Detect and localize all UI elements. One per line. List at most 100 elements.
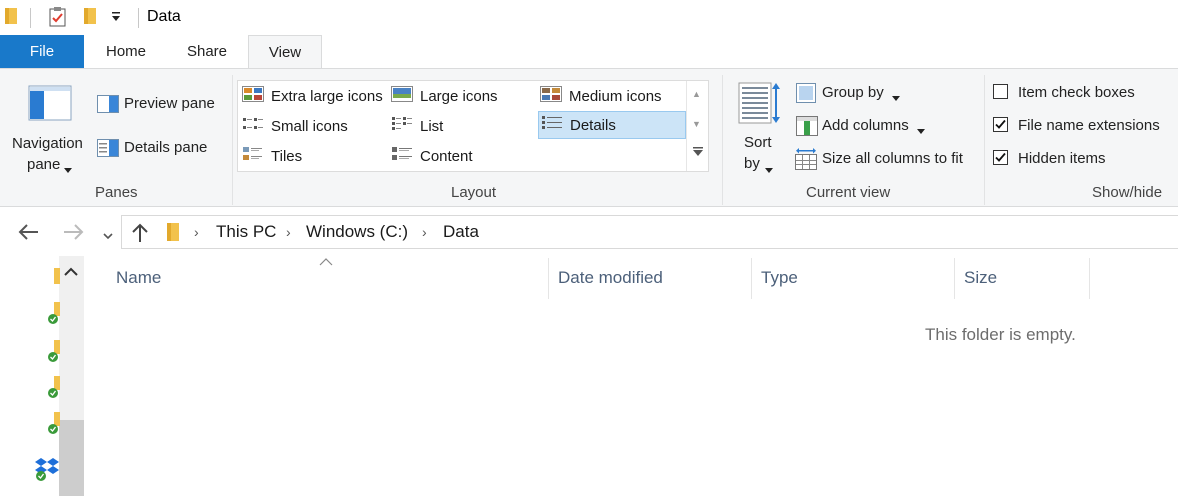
empty-folder-message: This folder is empty. — [925, 325, 1076, 344]
forward-icon[interactable] — [62, 223, 84, 245]
navigation-pane-label: Navigation — [12, 135, 83, 152]
layout-tiles-label: Tiles — [271, 147, 303, 165]
group-divider — [984, 75, 985, 205]
small-icons-icon — [242, 116, 264, 136]
column-header-type[interactable]: Type — [761, 268, 798, 288]
column-divider[interactable] — [548, 258, 549, 299]
tab-file[interactable]: File — [0, 35, 84, 68]
item-check-boxes-checkbox[interactable] — [993, 84, 1008, 99]
column-header-date-modified[interactable]: Date modified — [558, 268, 663, 288]
folder-icon[interactable] — [50, 266, 60, 290]
breadcrumb-separator[interactable]: › — [286, 224, 291, 240]
sort-by-label-2: by — [744, 155, 760, 172]
layout-large-icons[interactable]: Large icons — [391, 82, 498, 110]
item-check-boxes-label: Item check boxes — [1018, 84, 1135, 101]
breadcrumb-data[interactable]: Data — [443, 222, 479, 242]
tiles-icon — [242, 146, 264, 166]
synced-folder-icon[interactable] — [46, 302, 60, 330]
preview-pane-icon — [97, 95, 119, 117]
scroll-up-icon[interactable]: ▲ — [692, 89, 701, 99]
back-icon[interactable] — [18, 223, 40, 245]
chevron-down-icon — [892, 89, 900, 106]
file-name-extensions-checkbox[interactable] — [993, 117, 1008, 132]
navigation-pane-icon — [28, 85, 72, 125]
more-options-icon[interactable] — [692, 145, 704, 162]
layout-scrollbar[interactable]: ▲ ▼ — [686, 81, 708, 171]
customize-toolbar-icon[interactable] — [110, 10, 122, 28]
ribbon-tabs: File Home Share View — [0, 35, 1178, 69]
column-divider[interactable] — [1089, 258, 1090, 299]
properties-icon[interactable] — [48, 6, 68, 32]
size-columns-icon — [795, 148, 817, 174]
synced-folder-icon[interactable] — [46, 412, 60, 440]
tab-view[interactable]: View — [248, 35, 322, 69]
group-by-label: Group by — [822, 84, 884, 101]
group-divider — [232, 75, 233, 205]
layout-medium-icons[interactable]: Medium icons — [540, 82, 662, 110]
breadcrumb-windows-c[interactable]: Windows (C:) — [306, 222, 408, 242]
layout-group-label: Layout — [451, 184, 497, 201]
layout-tiles[interactable]: Tiles — [242, 142, 302, 170]
sort-icon — [738, 81, 782, 129]
breadcrumb-separator[interactable]: › — [194, 224, 199, 240]
add-columns-label: Add columns — [822, 117, 909, 134]
column-header-size[interactable]: Size — [964, 268, 997, 288]
sort-by-label: Sort — [744, 134, 772, 151]
synced-folder-icon[interactable] — [46, 376, 60, 404]
navigation-pane — [0, 256, 84, 496]
layout-extra-large-icons[interactable]: Extra large icons — [242, 82, 383, 110]
tab-home[interactable]: Home — [95, 35, 157, 68]
layout-content-label: Content — [420, 147, 473, 165]
breadcrumb-separator[interactable]: › — [422, 224, 427, 240]
show-hide-group-label: Show/hide — [1092, 184, 1163, 201]
scroll-down-icon[interactable]: ▼ — [692, 119, 701, 129]
new-folder-icon[interactable] — [82, 6, 98, 30]
divider — [138, 8, 139, 28]
sort-indicator-icon — [319, 255, 333, 269]
column-divider[interactable] — [751, 258, 752, 299]
layout-extra-large-icons-label: Extra large icons — [271, 87, 383, 105]
size-all-columns-label: Size all columns to fit — [822, 150, 963, 167]
up-icon[interactable] — [130, 223, 150, 247]
layout-content[interactable]: Content — [391, 142, 473, 170]
hidden-items-label: Hidden items — [1018, 150, 1106, 167]
group-divider — [722, 75, 723, 205]
checkmark-icon — [995, 152, 1006, 162]
navigation-pane-label-2: pane — [27, 156, 61, 173]
layout-small-icons[interactable]: Small icons — [242, 112, 348, 140]
layout-list[interactable]: List — [391, 112, 443, 140]
folder-icon — [4, 6, 18, 30]
content-icon — [391, 146, 413, 166]
chevron-down-icon — [765, 161, 773, 178]
current-view-group-label: Current view — [806, 184, 891, 201]
scrollbar-thumb[interactable] — [59, 420, 84, 496]
chevron-down-icon — [64, 161, 72, 178]
navigation-bar: › This PC › Windows (C:) › Data — [0, 208, 1178, 256]
column-divider[interactable] — [954, 258, 955, 299]
preview-pane-label: Preview pane — [124, 95, 215, 112]
dropbox-icon[interactable] — [34, 456, 60, 486]
panes-group-label: Panes — [95, 184, 138, 201]
address-bar[interactable]: › This PC › Windows (C:) › Data — [121, 215, 1178, 249]
layout-list-label: List — [420, 117, 444, 135]
hidden-items-checkbox[interactable] — [993, 150, 1008, 165]
ribbon: Navigation pane Preview pane Details pan… — [0, 68, 1178, 207]
chevron-down-icon — [917, 122, 925, 139]
folder-icon — [166, 221, 180, 247]
layout-small-icons-label: Small icons — [271, 117, 348, 135]
large-icons-icon — [391, 86, 413, 106]
details-pane-icon — [97, 139, 119, 161]
checkmark-icon — [995, 119, 1006, 129]
extra-large-icons-icon — [242, 86, 264, 106]
breadcrumb-this-pc[interactable]: This PC — [216, 222, 276, 242]
column-header-name[interactable]: Name — [116, 268, 161, 288]
scroll-up-icon[interactable] — [64, 264, 78, 280]
title-bar: Data — [0, 0, 1178, 35]
details-pane-label: Details pane — [124, 139, 208, 156]
layout-gallery: Extra large icons Large icons Medium ico… — [237, 80, 709, 172]
recent-locations-chevron-icon[interactable] — [103, 228, 113, 245]
synced-folder-icon[interactable] — [46, 340, 60, 368]
tab-share[interactable]: Share — [176, 35, 238, 68]
layout-details[interactable]: Details — [538, 111, 686, 139]
window-title: Data — [147, 8, 181, 25]
